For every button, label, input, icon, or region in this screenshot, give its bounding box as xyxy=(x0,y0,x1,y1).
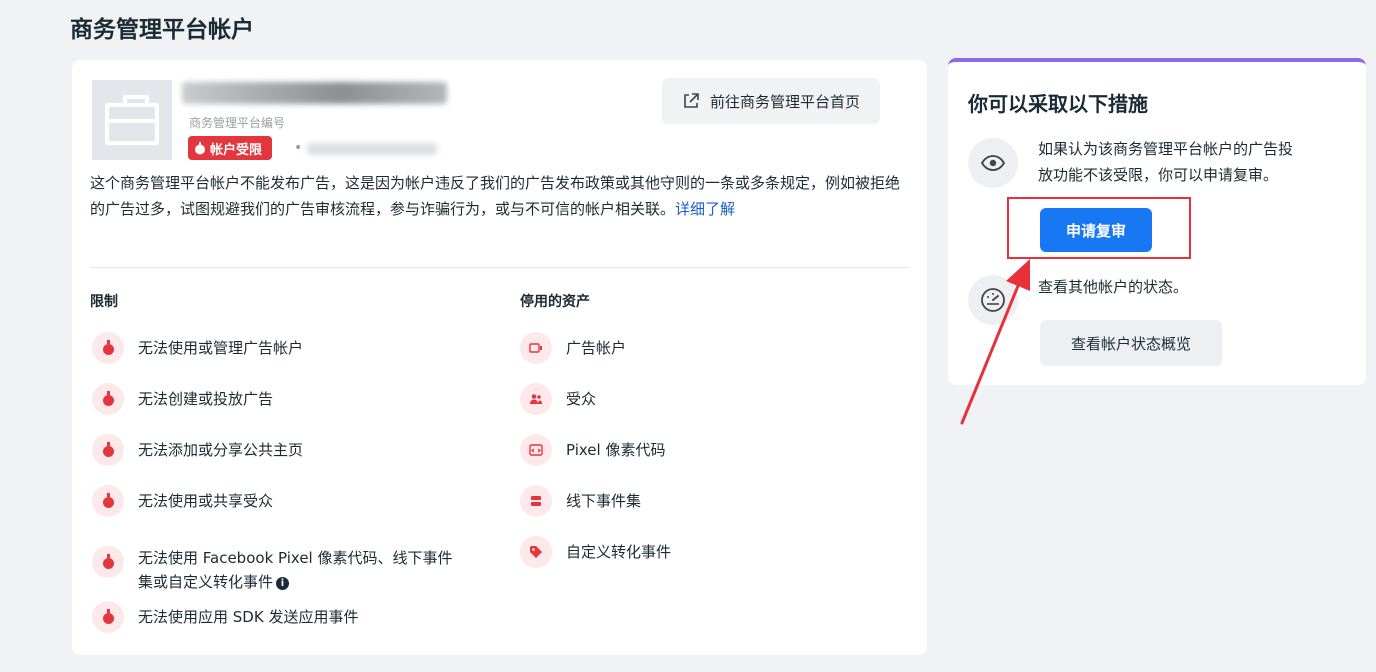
bomb-icon xyxy=(92,383,124,415)
disabled-asset-item: Pixel 像素代码 xyxy=(520,434,665,466)
bomb-icon xyxy=(92,601,124,633)
disabled-asset-item: 自定义转化事件 xyxy=(520,536,671,568)
audience-icon xyxy=(520,383,552,415)
status-description: 查看其他帐户的状态。 xyxy=(1038,278,1189,296)
restriction-item: 无法添加或分享公共主页 xyxy=(92,434,303,466)
bomb-icon xyxy=(92,485,124,517)
restriction-item: 无法使用应用 SDK 发送应用事件 xyxy=(92,601,358,633)
account-card: 商务管理平台编号 帐户受限 • 前往商务管理平台首页 这个商务管理平台帐户不能发… xyxy=(72,60,927,655)
annotation-arrow xyxy=(960,259,1030,425)
annotation-highlight-box xyxy=(1007,197,1191,259)
restricted-badge-label: 帐户受限 xyxy=(210,142,263,158)
briefcase-icon xyxy=(105,95,159,145)
disabled-assets-title: 停用的资产 xyxy=(520,294,590,310)
account-name-redacted xyxy=(182,82,447,104)
restriction-item: 无法使用或共享受众 xyxy=(92,485,273,517)
description-text: 这个商务管理平台帐户不能发布广告，这是因为帐户违反了我们的广告发布政策或其他守则… xyxy=(90,174,901,218)
disabled-asset-item: 线下事件集 xyxy=(520,485,641,517)
home-button-label: 前往商务管理平台首页 xyxy=(710,92,861,111)
learn-more-link[interactable]: 详细了解 xyxy=(675,200,735,218)
disabled-asset-item: 广告帐户 xyxy=(520,332,626,364)
page-title: 商务管理平台帐户 xyxy=(70,17,254,43)
account-id-redacted xyxy=(307,143,437,155)
restriction-item: 无法使用 Facebook Pixel 像素代码、线下事件 集或自定义转化事件 i xyxy=(92,542,452,594)
bomb-icon xyxy=(195,142,205,155)
appeal-description: 如果认为该商务管理平台帐户的广告投 放功能不该受限，你可以申请复审。 xyxy=(1038,140,1294,184)
bomb-icon xyxy=(92,332,124,364)
disabled-asset-item: 受众 xyxy=(520,383,596,415)
restriction-description: 这个商务管理平台帐户不能发布广告，这是因为帐户违反了我们的广告发布政策或其他守则… xyxy=(90,170,908,222)
actions-title: 你可以采取以下措施 xyxy=(968,92,1148,116)
restrictions-title: 限制 xyxy=(90,294,118,310)
divider xyxy=(90,267,908,268)
bomb-icon xyxy=(92,546,124,578)
separator-dot: • xyxy=(294,140,303,156)
external-link-icon xyxy=(684,93,699,108)
info-icon[interactable]: i xyxy=(276,577,290,590)
account-id-label: 商务管理平台编号 xyxy=(189,116,286,130)
restriction-item: 无法使用或管理广告帐户 xyxy=(92,332,303,364)
restricted-badge: 帐户受限 xyxy=(188,136,273,160)
go-to-business-home-button[interactable]: 前往商务管理平台首页 xyxy=(662,78,881,124)
tag-icon xyxy=(520,536,552,568)
bomb-icon xyxy=(92,434,124,466)
view-account-status-button[interactable]: 查看帐户状态概览 xyxy=(1040,320,1222,366)
restriction-item: 无法创建或投放广告 xyxy=(92,383,273,415)
restriction-text-line2: 集或自定义转化事件 xyxy=(138,573,274,591)
eye-icon xyxy=(968,138,1018,188)
pixel-code-icon xyxy=(520,434,552,466)
account-avatar xyxy=(92,80,172,160)
ad-account-icon xyxy=(520,332,552,364)
restriction-text-line1: 无法使用 Facebook Pixel 像素代码、线下事件 xyxy=(138,549,453,567)
offline-event-icon xyxy=(520,485,552,517)
